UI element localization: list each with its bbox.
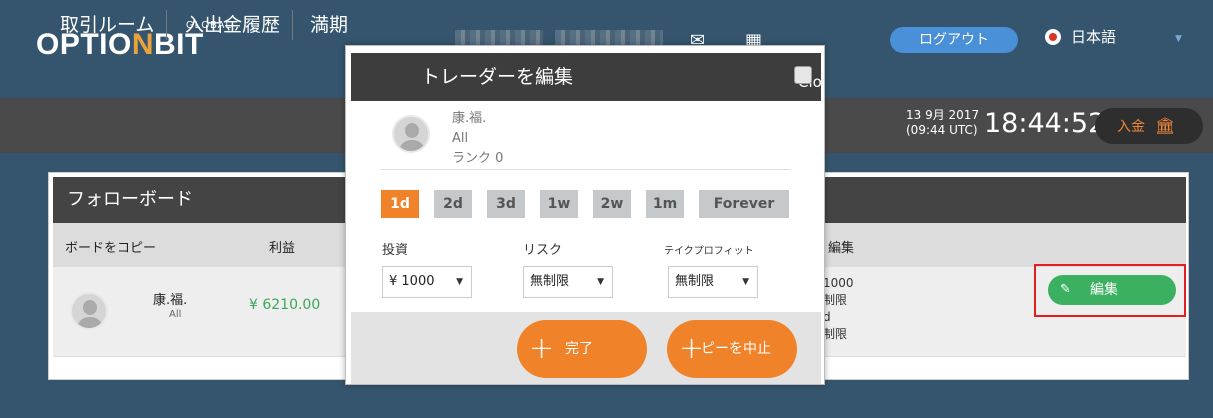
- period-2w[interactable]: 2w: [593, 190, 631, 218]
- detail-takeprofit: 制限: [823, 327, 848, 341]
- modal-trader-name: 康.福.: [452, 111, 487, 126]
- clock: 18:44:52: [984, 108, 1106, 139]
- detail-invest: 1000: [823, 276, 854, 290]
- language-label: 日本語: [1071, 28, 1117, 46]
- period-selector: 1d 2d 3d 1w 2w 1m Forever: [381, 190, 789, 218]
- close-icon[interactable]: [794, 66, 812, 84]
- detail-period: d: [823, 310, 831, 324]
- edit-highlight-box: ✎ 編集: [1034, 264, 1186, 317]
- done-label: 完了: [565, 341, 593, 357]
- risk-label: リスク: [523, 243, 563, 258]
- period-1d[interactable]: 1d: [381, 190, 419, 218]
- utc-time: (09:44 UTC): [906, 123, 978, 137]
- date-time: 13 9月 2017 (09:44 UTC): [906, 108, 979, 138]
- modal-footer: + 完了 + ピーを中止: [351, 312, 821, 384]
- takeprofit-select[interactable]: 無制限 ▼: [668, 266, 758, 298]
- period-3d[interactable]: 3d: [487, 190, 525, 218]
- deposit-button[interactable]: 入金 🏛: [1095, 108, 1203, 144]
- logout-button[interactable]: ログアウト: [890, 27, 1018, 53]
- japan-flag-icon: [1045, 28, 1061, 45]
- nav-item-trading-room[interactable]: 取引ルーム: [48, 10, 168, 40]
- trader-name: 康.福.: [153, 293, 188, 308]
- column-copy: ボードをコピー: [65, 241, 157, 256]
- column-edit: 編集: [828, 241, 855, 256]
- period-1w[interactable]: 1w: [540, 190, 578, 218]
- chevron-down-icon: ▼: [456, 277, 463, 287]
- chevron-down-icon: ▼: [597, 277, 604, 287]
- edit-trader-modal: トレーダーを編集 Close 康.福. All ランク 0 1d 2d 3d 1…: [345, 45, 825, 385]
- divider: [381, 169, 791, 170]
- copy-settings-details: 1000 制限 d 制限: [823, 275, 854, 343]
- period-1m[interactable]: 1m: [646, 190, 684, 218]
- trader-info: 康.福. All ランク 0: [452, 109, 503, 169]
- period-2d[interactable]: 2d: [434, 190, 472, 218]
- detail-risk: 制限: [823, 293, 848, 307]
- stop-copy-label: ピーを中止: [701, 341, 771, 357]
- nav-item-expiry[interactable]: 満期: [298, 10, 360, 40]
- modal-trader-rank: ランク 0: [452, 151, 504, 166]
- modal-trader-scope: All: [452, 131, 469, 146]
- avatar: [70, 292, 108, 330]
- column-profit: 利益: [269, 241, 296, 256]
- risk-value: 無制限: [530, 274, 570, 289]
- modal-body: 康.福. All ランク 0 1d 2d 3d 1w 2w 1m Forever…: [351, 101, 821, 301]
- nav-item-transaction-history[interactable]: 入出金履歴: [173, 10, 294, 40]
- chevron-down-icon: ▼: [742, 277, 749, 287]
- takeprofit-value: 無制限: [675, 274, 715, 289]
- pencil-icon: ✎: [1060, 282, 1071, 297]
- edit-button[interactable]: ✎ 編集: [1048, 275, 1176, 305]
- language-selector[interactable]: 日本語: [1045, 26, 1116, 47]
- invest-value: ¥ 1000: [389, 274, 435, 289]
- bank-icon: 🏛: [1155, 116, 1176, 135]
- done-button[interactable]: + 完了: [517, 320, 647, 378]
- modal-title: トレーダーを編集: [351, 53, 821, 101]
- edit-button-label: 編集: [1090, 282, 1118, 298]
- invest-label: 投資: [382, 243, 409, 258]
- chevron-down-icon[interactable]: ▼: [1175, 34, 1182, 44]
- period-forever[interactable]: Forever: [699, 190, 789, 218]
- takeprofit-label: テイクプロフィット: [664, 246, 754, 257]
- risk-select[interactable]: 無制限 ▼: [523, 266, 613, 298]
- stop-copy-button[interactable]: + ピーを中止: [667, 320, 797, 378]
- deposit-label: 入金: [1117, 119, 1145, 135]
- trader-scope: All: [169, 309, 182, 320]
- trader-avatar: [392, 115, 430, 153]
- plus-icon: +: [529, 331, 555, 366]
- invest-select[interactable]: ¥ 1000 ▼: [382, 266, 472, 298]
- date: 13 9月 2017: [906, 108, 980, 122]
- trader-profit: ¥ 6210.00: [249, 297, 321, 313]
